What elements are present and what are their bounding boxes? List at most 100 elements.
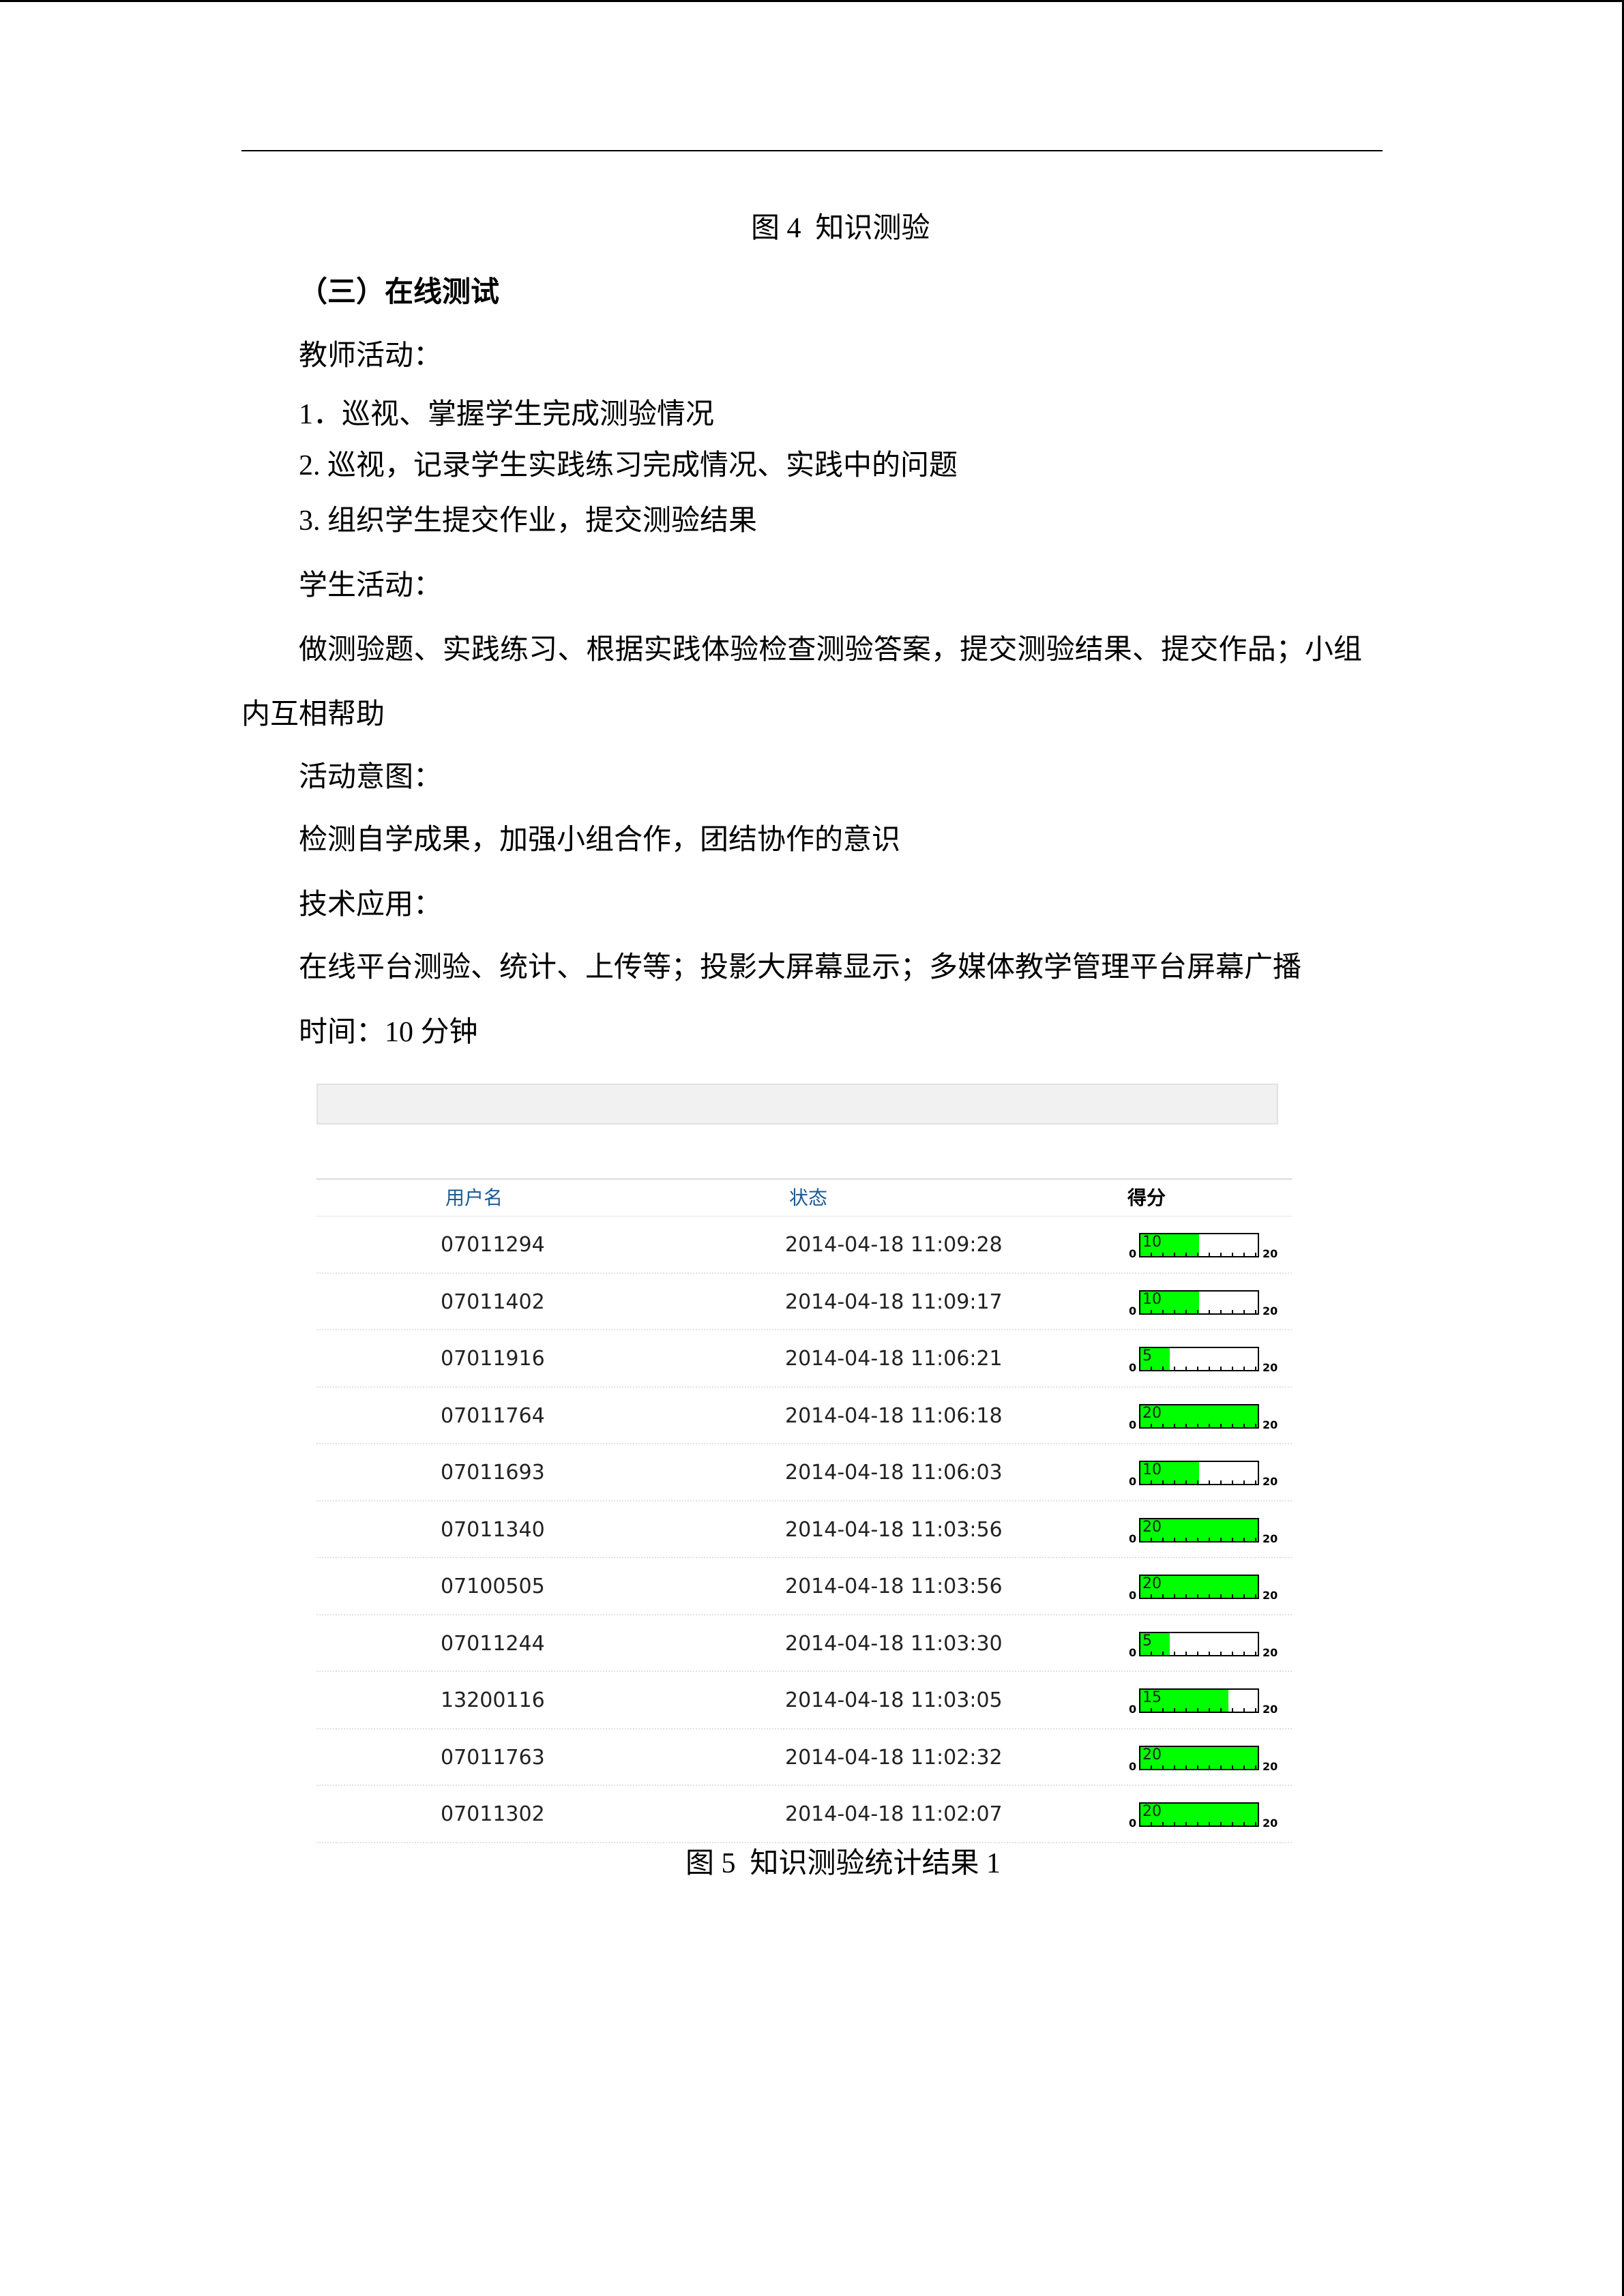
score-bar-ticks — [1140, 1480, 1258, 1484]
table-row: 07011244 2014-04-18 11:03:30 0 5 20 — [316, 1615, 1292, 1672]
score-scale-max-label: 20 — [1263, 1418, 1278, 1431]
score-bar-ticks — [1140, 1765, 1258, 1769]
score-scale-min-label: 0 — [1129, 1304, 1137, 1317]
username-cell: 07011764 — [441, 1403, 545, 1428]
score-value: 15 — [1142, 1689, 1162, 1706]
table-row: 13200116 2014-04-18 11:03:05 0 15 20 — [316, 1672, 1292, 1729]
score-bar: 10 — [1139, 1289, 1259, 1315]
score-scale-min-label: 0 — [1129, 1759, 1137, 1773]
username-cell: 07011402 — [441, 1289, 545, 1314]
status-cell: 2014-04-18 11:09:28 — [785, 1233, 1003, 1257]
status-cell: 2014-04-18 11:06:18 — [785, 1403, 1003, 1428]
score-scale-max-label: 20 — [1263, 1247, 1278, 1260]
figure-4-caption: 图 4 知识测验 — [751, 213, 930, 244]
table-row: 07011302 2014-04-18 11:02:07 0 20 20 — [316, 1786, 1292, 1843]
figure-5-caption: 图 5 知识测验统计结果 1 — [685, 1848, 1001, 1879]
table-row: 07011402 2014-04-18 11:09:17 0 10 20 — [316, 1274, 1292, 1330]
time-text: 时间：10 分钟 — [299, 1017, 478, 1048]
table-row: 07100505 2014-04-18 11:03:56 0 20 20 — [316, 1558, 1292, 1615]
header-rule — [241, 150, 1383, 151]
username-cell: 13200116 — [441, 1688, 545, 1712]
score-scale-min-label: 0 — [1129, 1247, 1137, 1260]
score-scale-max-label: 20 — [1263, 1759, 1278, 1773]
activity-intent-text: 检测自学成果，加强小组合作，团结协作的意识 — [299, 824, 901, 856]
column-header-username[interactable]: 用户名 — [445, 1180, 503, 1217]
score-bar: 20 — [1139, 1802, 1259, 1827]
score-scale-max-label: 20 — [1263, 1703, 1278, 1716]
student-activity-label: 学生活动： — [299, 570, 443, 601]
score-bar: 10 — [1139, 1461, 1259, 1485]
status-cell: 2014-04-18 11:06:21 — [785, 1347, 1003, 1371]
score-value: 20 — [1142, 1803, 1162, 1820]
score-bar-ticks — [1140, 1537, 1258, 1541]
score-value: 5 — [1142, 1347, 1152, 1365]
activity-intent-label: 活动意图： — [299, 762, 443, 793]
score-value: 20 — [1142, 1404, 1162, 1422]
status-cell: 2014-04-18 11:03:05 — [785, 1688, 1003, 1712]
status-cell: 2014-04-18 11:02:07 — [785, 1802, 1003, 1826]
score-scale-min-label: 0 — [1129, 1361, 1137, 1374]
results-table: 用户名 状态 得分 07011294 2014-04-18 11:09:28 0 10… — [316, 1178, 1292, 1843]
status-cell: 2014-04-18 11:06:03 — [785, 1461, 1003, 1485]
username-cell: 07011693 — [441, 1461, 545, 1485]
score-bar-ticks — [1140, 1253, 1258, 1256]
column-header-score: 得分 — [1127, 1187, 1166, 1209]
status-cell: 2014-04-18 11:03:56 — [785, 1517, 1003, 1542]
score-value: 20 — [1142, 1575, 1162, 1592]
score-bar-ticks — [1140, 1309, 1258, 1313]
score-bar-ticks — [1140, 1367, 1258, 1370]
score-value: 5 — [1142, 1632, 1152, 1650]
score-scale-min-label: 0 — [1129, 1703, 1137, 1716]
tech-application-text: 在线平台测验、统计、上传等；投影大屏幕显示；多媒体教学管理平台屏幕广播 — [299, 952, 1302, 983]
score-bar-ticks — [1140, 1651, 1258, 1655]
score-bar-ticks — [1140, 1708, 1258, 1712]
score-scale-min-label: 0 — [1129, 1589, 1137, 1602]
tech-application-label: 技术应用： — [299, 889, 443, 921]
table-row: 07011294 2014-04-18 11:09:28 0 10 20 — [316, 1217, 1292, 1274]
score-scale-min-label: 0 — [1129, 1418, 1137, 1431]
score-scale-max-label: 20 — [1263, 1304, 1278, 1317]
score-bar-ticks — [1140, 1822, 1258, 1825]
column-header-status[interactable]: 状态 — [789, 1180, 827, 1217]
username-cell: 07011340 — [441, 1517, 545, 1542]
score-scale-max-label: 20 — [1263, 1645, 1278, 1659]
student-activity-text-line-1: 做测验题、实践练习、根据实践体验检查测验答案，提交测验结果、提交作品；小组 — [299, 636, 1362, 664]
results-table-header: 用户名 状态 得分 — [316, 1178, 1292, 1217]
username-cell: 07011763 — [441, 1745, 545, 1770]
score-scale-max-label: 20 — [1263, 1475, 1278, 1488]
page-frame — [0, 0, 1624, 2296]
table-row: 07011693 2014-04-18 11:06:03 0 10 20 — [316, 1444, 1292, 1502]
score-scale-min-label: 0 — [1129, 1532, 1137, 1545]
score-scale-max-label: 20 — [1263, 1361, 1278, 1374]
status-cell: 2014-04-18 11:03:56 — [785, 1575, 1003, 1598]
score-bar: 15 — [1139, 1688, 1259, 1713]
teacher-item-1: 1．巡视、掌握学生完成测验情况 — [299, 399, 715, 430]
score-scale-min-label: 0 — [1129, 1645, 1137, 1659]
teacher-item-3: 3. 组织学生提交作业，提交测验结果 — [299, 505, 758, 537]
student-activity-text-line-2: 内互相帮助 — [241, 699, 385, 730]
score-bar: 5 — [1139, 1347, 1259, 1371]
username-cell: 07100505 — [441, 1575, 545, 1598]
score-value: 10 — [1142, 1461, 1162, 1478]
screenshot-toolbar — [316, 1084, 1278, 1124]
teacher-item-2: 2. 巡视，记录学生实践练习完成情况、实践中的问题 — [299, 450, 958, 481]
score-scale-min-label: 0 — [1129, 1475, 1137, 1488]
score-bar: 10 — [1139, 1233, 1259, 1257]
section-heading: （三）在线测试 — [299, 277, 500, 308]
score-scale-max-label: 20 — [1263, 1817, 1278, 1830]
status-cell: 2014-04-18 11:02:32 — [785, 1745, 1003, 1770]
score-bar: 20 — [1139, 1403, 1259, 1429]
username-cell: 07011302 — [441, 1802, 545, 1826]
username-cell: 07011294 — [441, 1233, 545, 1257]
score-bar-ticks — [1140, 1423, 1258, 1427]
score-bar: 20 — [1139, 1745, 1259, 1770]
username-cell: 07011916 — [441, 1347, 545, 1371]
score-scale-max-label: 20 — [1263, 1532, 1278, 1545]
table-row: 07011763 2014-04-18 11:02:32 0 20 20 — [316, 1729, 1292, 1786]
table-row: 07011764 2014-04-18 11:06:18 0 20 20 — [316, 1388, 1292, 1444]
score-bar-ticks — [1140, 1594, 1258, 1598]
score-value: 20 — [1142, 1746, 1162, 1763]
score-bar: 20 — [1139, 1517, 1259, 1542]
score-scale-min-label: 0 — [1129, 1817, 1137, 1830]
table-row: 07011916 2014-04-18 11:06:21 0 5 20 — [316, 1330, 1292, 1388]
